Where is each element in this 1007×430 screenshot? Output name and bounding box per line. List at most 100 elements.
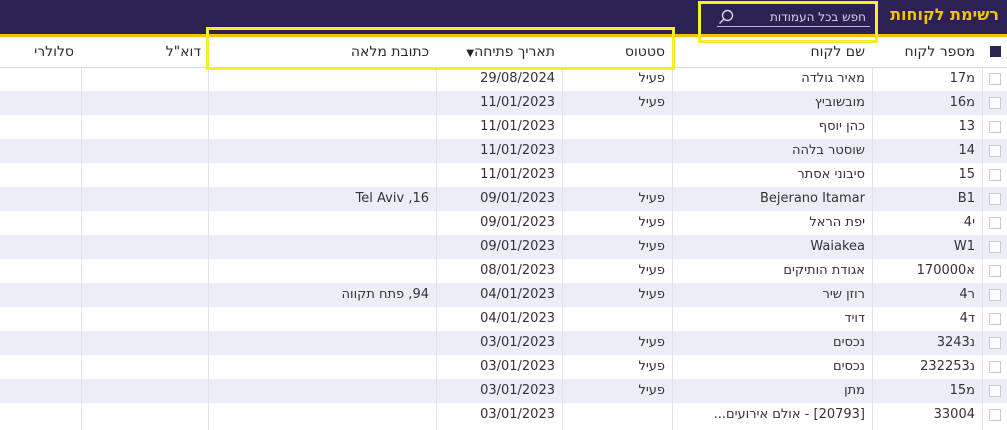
cell-email[interactable] (82, 355, 209, 379)
cell-cellular[interactable] (0, 379, 82, 403)
search-icon[interactable] (717, 8, 735, 26)
cell-full-address[interactable] (209, 235, 437, 259)
cell-email[interactable] (82, 235, 209, 259)
row-checkbox[interactable] (989, 313, 1001, 325)
cell-open-date[interactable]: 11/01/2023 (437, 115, 563, 139)
cell-status[interactable]: פעיל (563, 355, 673, 379)
row-select-cell[interactable] (983, 91, 1007, 115)
cell-open-date[interactable]: 04/01/2023 (437, 307, 563, 331)
cell-email[interactable] (82, 91, 209, 115)
row-select-cell[interactable] (983, 355, 1007, 379)
cell-cellular[interactable] (0, 67, 82, 91)
table-row[interactable]: מ17 מאיר גולדה פעיל 29/08/2024 (0, 67, 1007, 91)
cell-cellular[interactable] (0, 163, 82, 187)
cell-status[interactable]: פעיל (563, 67, 673, 91)
cell-full-address[interactable] (209, 91, 437, 115)
row-select-cell[interactable] (983, 403, 1007, 427)
row-select-cell[interactable] (983, 187, 1007, 211)
cell-customer-number[interactable]: 15 (873, 163, 983, 187)
row-checkbox[interactable] (989, 361, 1001, 373)
cell-status[interactable]: פעיל (563, 259, 673, 283)
row-checkbox[interactable] (989, 145, 1001, 157)
cell-email[interactable] (82, 211, 209, 235)
cell-full-address[interactable] (209, 307, 437, 331)
cell-open-date[interactable]: 11/01/2023 (437, 139, 563, 163)
cell-cellular[interactable] (0, 283, 82, 307)
row-select-cell[interactable] (983, 211, 1007, 235)
cell-open-date[interactable]: 03/01/2023 (437, 379, 563, 403)
cell-customer-number[interactable]: ד4 (873, 307, 983, 331)
row-checkbox[interactable] (989, 265, 1001, 277)
cell-customer-name[interactable]: כהן יוסף (673, 115, 873, 139)
cell-email[interactable] (82, 283, 209, 307)
cell-open-date[interactable]: 11/01/2023 (437, 91, 563, 115)
cell-customer-number[interactable]: נ3243 (873, 331, 983, 355)
row-select-cell[interactable] (983, 283, 1007, 307)
row-checkbox[interactable] (989, 193, 1001, 205)
table-row[interactable]: נ3243 נכסים פעיל 03/01/2023 (0, 331, 1007, 355)
table-row[interactable]: W1 Waiakea פעיל 09/01/2023 (0, 235, 1007, 259)
row-checkbox[interactable] (989, 73, 1001, 85)
cell-status[interactable]: פעיל (563, 187, 673, 211)
row-select-cell[interactable] (983, 115, 1007, 139)
cell-full-address[interactable] (209, 163, 437, 187)
cell-cellular[interactable] (0, 331, 82, 355)
cell-email[interactable] (82, 163, 209, 187)
cell-customer-number[interactable]: ר4 (873, 283, 983, 307)
cell-customer-number[interactable]: 33004 (873, 403, 983, 427)
cell-open-date[interactable]: 03/01/2023 (437, 331, 563, 355)
cell-customer-number[interactable]: נ232253 (873, 355, 983, 379)
cell-status[interactable] (563, 307, 673, 331)
cell-customer-name[interactable]: מתן (673, 379, 873, 403)
table-row[interactable]: מ16 מובשוביץ פעיל 11/01/2023 (0, 91, 1007, 115)
column-header-cellular[interactable]: סלולרי (0, 37, 82, 67)
cell-open-date[interactable]: 08/01/2023 (437, 259, 563, 283)
cell-cellular[interactable] (0, 139, 82, 163)
column-header-email[interactable]: דוא"ל (82, 37, 209, 67)
cell-cellular[interactable] (0, 307, 82, 331)
table-row[interactable]: 13 כהן יוסף 11/01/2023 (0, 115, 1007, 139)
cell-full-address[interactable] (209, 259, 437, 283)
cell-customer-name[interactable]: אגודת הותיקים (673, 259, 873, 283)
cell-email[interactable] (82, 67, 209, 91)
cell-customer-name[interactable]: דויד (673, 307, 873, 331)
cell-email[interactable] (82, 379, 209, 403)
cell-email[interactable] (82, 403, 209, 427)
table-row[interactable]: B1 Bejerano Itamar פעיל 09/01/2023 16, Tel A… (0, 187, 1007, 211)
cell-full-address[interactable] (209, 115, 437, 139)
cell-status[interactable] (563, 115, 673, 139)
table-row[interactable]: נ232253 נכסים פעיל 03/01/2023 (0, 355, 1007, 379)
row-select-cell[interactable] (983, 331, 1007, 355)
cell-open-date[interactable]: 03/01/2023 (437, 403, 563, 427)
cell-email[interactable] (82, 331, 209, 355)
cell-customer-name[interactable]: מאיר גולדה (673, 67, 873, 91)
cell-email[interactable] (82, 187, 209, 211)
cell-status[interactable]: פעיל (563, 379, 673, 403)
table-row[interactable]: ר4 רוזן שיר פעיל 04/01/2023 94, פתח תקווה (0, 283, 1007, 307)
cell-customer-name[interactable]: רוזן שיר (673, 283, 873, 307)
row-select-cell[interactable] (983, 379, 1007, 403)
cell-full-address[interactable] (209, 139, 437, 163)
table-row[interactable]: מ15 מתן פעיל 03/01/2023 (0, 379, 1007, 403)
cell-customer-number[interactable]: 14 (873, 139, 983, 163)
cell-open-date[interactable]: 09/01/2023 (437, 235, 563, 259)
row-checkbox[interactable] (989, 409, 1001, 421)
cell-full-address[interactable] (209, 403, 437, 427)
cell-status[interactable]: פעיל (563, 211, 673, 235)
select-all-cell[interactable] (983, 37, 1007, 67)
cell-full-address[interactable]: 16, Tel Aviv (209, 187, 437, 211)
cell-customer-number[interactable]: B1 (873, 187, 983, 211)
select-all-checkbox[interactable] (990, 46, 1001, 57)
cell-customer-name[interactable]: מובשוביץ (673, 91, 873, 115)
row-checkbox[interactable] (989, 289, 1001, 301)
row-select-cell[interactable] (983, 139, 1007, 163)
column-header-customer-number[interactable]: מספר לקוח (873, 37, 983, 67)
cell-cellular[interactable] (0, 91, 82, 115)
cell-cellular[interactable] (0, 355, 82, 379)
cell-customer-name[interactable]: Waiakea (673, 235, 873, 259)
cell-cellular[interactable] (0, 211, 82, 235)
cell-customer-name[interactable]: נכסים (673, 331, 873, 355)
cell-status[interactable]: פעיל (563, 91, 673, 115)
cell-cellular[interactable] (0, 187, 82, 211)
cell-full-address[interactable] (209, 211, 437, 235)
